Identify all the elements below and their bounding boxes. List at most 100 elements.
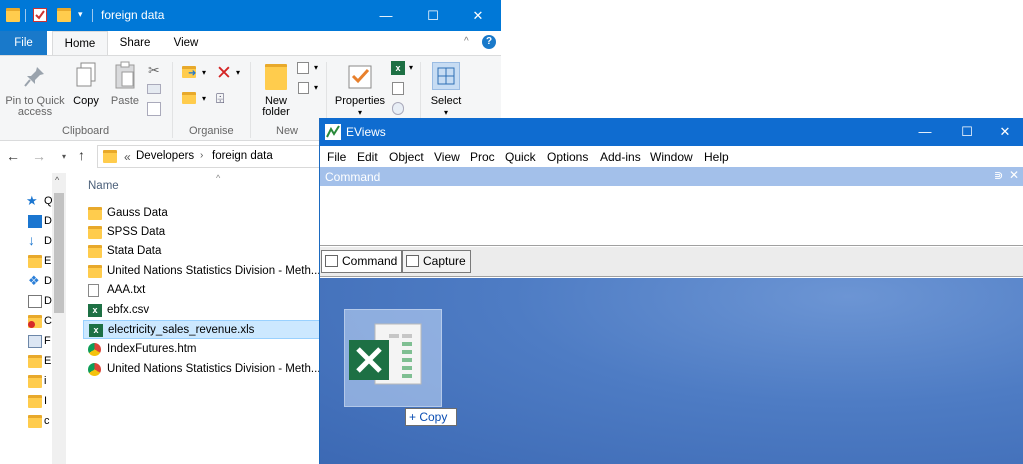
tab-command[interactable]: Command	[321, 250, 403, 273]
list-item[interactable]: x ebfx.csv	[83, 301, 323, 320]
list-item-selected[interactable]: x electricity_sales_revenue.xls	[83, 320, 323, 339]
nav-item-label[interactable]: F	[44, 335, 51, 347]
breadcrumb-overflow[interactable]: «	[124, 150, 131, 164]
tab-file[interactable]: File	[0, 31, 47, 55]
list-item[interactable]: IndexFutures.htm	[83, 340, 323, 359]
select-dropdown-icon[interactable]: ▾	[425, 107, 467, 118]
menu-quick[interactable]: Quick	[505, 150, 536, 164]
nav-item-label[interactable]: E	[44, 355, 51, 367]
nav-item-label[interactable]: I	[44, 395, 47, 407]
list-item[interactable]: Gauss Data	[83, 204, 323, 223]
open-dropdown-icon[interactable]: ▾	[409, 63, 413, 72]
close-button[interactable]: ✕	[982, 118, 1023, 146]
breadcrumb-foreign-data[interactable]: foreign data	[212, 150, 273, 162]
nav-item-label[interactable]: i	[44, 375, 46, 387]
column-header-name[interactable]: Name	[88, 180, 119, 192]
nav-item-label[interactable]: D	[44, 295, 52, 307]
explorer-title-bar[interactable]: ▾ foreign data — ☐ ✕	[0, 0, 501, 31]
tab-view[interactable]: View	[162, 31, 210, 55]
menu-object[interactable]: Object	[389, 150, 424, 164]
menu-file[interactable]: File	[327, 150, 346, 164]
command-input-area[interactable]	[320, 186, 1023, 246]
copy-to-dropdown-icon[interactable]: ▾	[202, 94, 206, 103]
menu-options[interactable]: Options	[547, 150, 588, 164]
delete-icon[interactable]: ✕	[216, 62, 232, 85]
new-folder-quick-icon[interactable]	[57, 8, 71, 22]
list-item[interactable]: United Nations Statistics Division - Met…	[83, 262, 323, 281]
folder-icon[interactable]	[28, 375, 42, 388]
easy-access-dropdown-icon[interactable]: ▾	[314, 83, 318, 92]
address-bar[interactable]: « Developers › foreign data	[97, 145, 322, 168]
up-arrow-icon[interactable]: ↑	[78, 147, 85, 163]
navigation-scrollbar[interactable]: ^	[52, 173, 66, 464]
customize-toolbar-icon[interactable]: ▾	[78, 9, 83, 20]
move-to-icon[interactable]: ➜	[182, 66, 200, 80]
breadcrumb-developers[interactable]: Developers	[136, 150, 194, 162]
pictures-icon[interactable]	[28, 335, 42, 348]
paste-shortcut-icon[interactable]	[147, 102, 161, 116]
eviews-workspace[interactable]: + Copy	[320, 278, 1023, 464]
list-item[interactable]: AAA.txt	[83, 281, 323, 300]
forward-arrow-icon[interactable]: →	[32, 148, 46, 164]
copy-path-icon[interactable]	[147, 84, 161, 94]
nav-item-label[interactable]: C	[44, 315, 52, 327]
collapse-ribbon-icon[interactable]: ^	[464, 36, 469, 47]
list-item[interactable]: United Nations Statistics Division - Met…	[83, 360, 323, 379]
menu-view[interactable]: View	[434, 150, 460, 164]
tab-share[interactable]: Share	[110, 31, 160, 55]
cut-icon[interactable]: ✂	[148, 62, 160, 79]
menu-window[interactable]: Window	[650, 150, 693, 164]
desktop-icon[interactable]	[28, 215, 42, 228]
menu-edit[interactable]: Edit	[357, 150, 378, 164]
shared-folder-icon[interactable]	[28, 315, 42, 328]
pin-pane-icon[interactable]: ⋑	[994, 169, 1003, 182]
paste-button[interactable]: Paste	[106, 60, 144, 107]
recent-locations-icon[interactable]: ▾	[62, 152, 66, 161]
menu-help[interactable]: Help	[704, 150, 729, 164]
history-icon[interactable]	[392, 102, 404, 115]
pin-to-quick-access-button[interactable]: Pin to Quick access	[2, 60, 68, 118]
folder-icon[interactable]	[28, 415, 42, 428]
nav-item-label[interactable]: E	[44, 255, 51, 267]
rename-icon[interactable]: ⌹	[216, 90, 224, 107]
nav-item-label[interactable]: c	[44, 415, 50, 427]
menu-proc[interactable]: Proc	[470, 150, 495, 164]
new-folder-button[interactable]: New folder	[256, 60, 296, 118]
nav-item-label[interactable]: D	[44, 215, 52, 227]
delete-dropdown-icon[interactable]: ▾	[236, 68, 240, 77]
easy-access-icon[interactable]	[298, 82, 309, 94]
move-to-dropdown-icon[interactable]: ▾	[202, 68, 206, 77]
copy-to-icon[interactable]	[182, 92, 196, 106]
help-icon[interactable]: ?	[482, 35, 496, 49]
close-button[interactable]: ✕	[455, 0, 501, 31]
eviews-title-bar[interactable]: EViews — ☐ ✕	[320, 118, 1023, 146]
folder-icon[interactable]	[28, 255, 42, 268]
dropbox-icon[interactable]: ❖	[28, 273, 40, 289]
copy-button[interactable]: Copy	[70, 60, 102, 107]
menu-add-ins[interactable]: Add-ins	[600, 150, 641, 164]
minimize-button[interactable]: —	[902, 118, 948, 146]
minimize-button[interactable]: —	[363, 0, 409, 31]
open-with-excel-icon[interactable]: x	[391, 61, 405, 75]
properties-dropdown-icon[interactable]: ▾	[332, 107, 388, 118]
select-button[interactable]: Select ▾	[425, 60, 467, 118]
close-pane-icon[interactable]: ✕	[1009, 168, 1019, 182]
new-item-dropdown-icon[interactable]: ▾	[314, 63, 318, 72]
tab-home[interactable]: Home	[52, 31, 108, 55]
nav-item-label[interactable]: D	[44, 235, 52, 247]
folder-icon[interactable]	[28, 395, 42, 408]
quick-access-star-icon[interactable]: ★	[26, 193, 38, 209]
list-item[interactable]: Stata Data	[83, 242, 323, 261]
documents-icon[interactable]	[28, 295, 42, 308]
scroll-up-icon[interactable]: ^	[55, 175, 59, 185]
back-arrow-icon[interactable]: ←	[6, 148, 20, 164]
downloads-icon[interactable]: ↓	[28, 232, 35, 248]
nav-item-label[interactable]: D	[44, 275, 52, 287]
tab-capture[interactable]: Capture	[402, 250, 471, 273]
scroll-thumb[interactable]	[54, 193, 64, 313]
list-item[interactable]: SPSS Data	[83, 223, 323, 242]
properties-button[interactable]: Properties ▾	[332, 60, 388, 118]
maximize-button[interactable]: ☐	[410, 0, 456, 31]
new-item-icon[interactable]	[297, 62, 309, 74]
folder-icon[interactable]	[28, 355, 42, 368]
